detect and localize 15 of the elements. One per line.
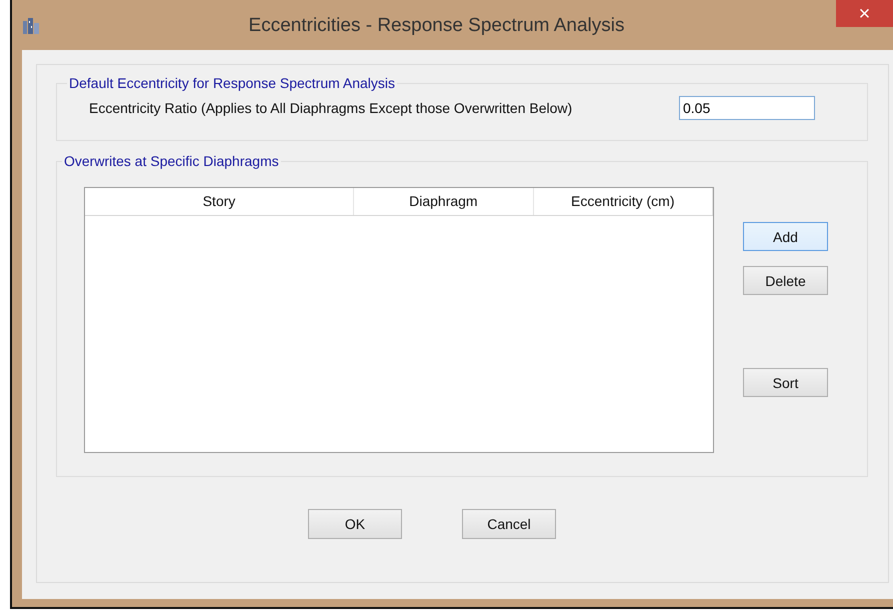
dialog-button[interactable]: Sort (743, 368, 828, 397)
building-icon (22, 18, 40, 34)
dialog-button[interactable]: OK (308, 509, 402, 539)
close-button[interactable]: × (836, 0, 893, 27)
column-header[interactable]: Story (85, 188, 354, 215)
dialog-button[interactable]: Add (743, 222, 828, 251)
group-title: Default Eccentricity for Response Spectrum Analysis (68, 75, 396, 91)
group-title: Overwrites at Specific Diaphragms (63, 153, 280, 169)
input-field[interactable]: 0.05 (679, 96, 815, 120)
dialog-button[interactable]: Cancel (462, 509, 556, 539)
field-label: Eccentricity Ratio (Applies to All Diaphragms Except those Overwritten Below) (89, 100, 574, 116)
column-header[interactable]: Diaphragm (354, 188, 534, 215)
window-title: Eccentricities - Response Spectrum Analysis (248, 15, 626, 37)
dialog-button[interactable]: Delete (743, 266, 828, 295)
column-header[interactable]: Eccentricity (cm) (534, 188, 713, 215)
